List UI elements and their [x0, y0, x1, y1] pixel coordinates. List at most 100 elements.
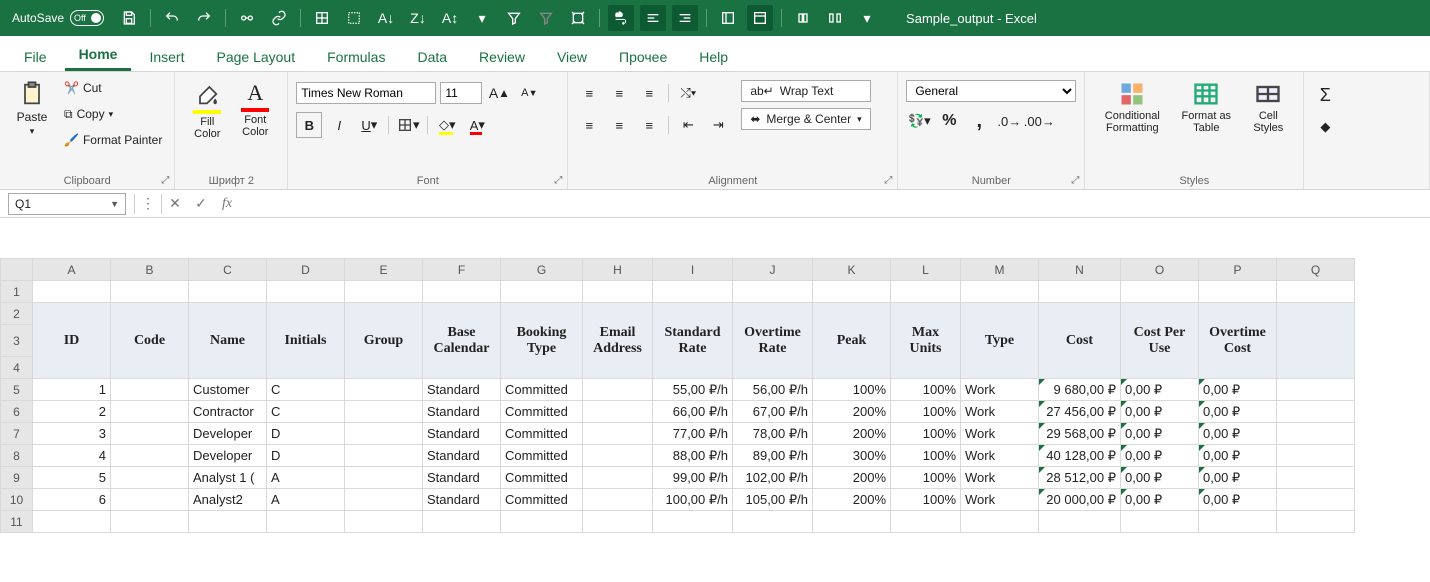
cell-M10[interactable]: Work	[961, 489, 1039, 511]
cell-N2[interactable]	[1039, 303, 1121, 325]
cell-M5[interactable]: Work	[961, 379, 1039, 401]
cell-J7[interactable]: 78,00 ₽/h	[733, 423, 813, 445]
cell-Q11[interactable]	[1277, 511, 1355, 533]
cell-A7[interactable]: 3	[33, 423, 111, 445]
cell-L8[interactable]: 100%	[891, 445, 961, 467]
cell-J10[interactable]: 105,00 ₽/h	[733, 489, 813, 511]
cell-G2[interactable]	[501, 303, 583, 325]
cell-D2[interactable]	[267, 303, 345, 325]
cell-B5[interactable]	[111, 379, 189, 401]
cell-O10[interactable]: 0,00 ₽	[1121, 489, 1199, 511]
tab-home[interactable]: Home	[65, 38, 132, 71]
cell-C1[interactable]	[189, 281, 267, 303]
cell-B10[interactable]	[111, 489, 189, 511]
cell-P7[interactable]: 0,00 ₽	[1199, 423, 1277, 445]
cell-D7[interactable]: D	[267, 423, 345, 445]
select-all-corner[interactable]	[1, 259, 33, 281]
align-right-button[interactable]: ≡	[636, 112, 662, 138]
cell-P1[interactable]	[1199, 281, 1277, 303]
row-header-1[interactable]: 1	[1, 281, 33, 303]
cell-Q2[interactable]	[1277, 303, 1355, 325]
cell-F6[interactable]: Standard	[423, 401, 501, 423]
decrease-indent-icon[interactable]: ⇤	[675, 112, 701, 138]
cell-J3[interactable]: Overtime Rate	[733, 325, 813, 357]
freeze-top-row-icon[interactable]	[747, 5, 773, 31]
cell-N7[interactable]: 29 568,00 ₽	[1039, 423, 1121, 445]
number-format-select[interactable]: General	[906, 80, 1076, 102]
increase-indent-icon[interactable]: ⇥	[705, 112, 731, 138]
column-header-M[interactable]: M	[961, 259, 1039, 281]
align-center-button[interactable]: ≡	[606, 112, 632, 138]
cell-L5[interactable]: 100%	[891, 379, 961, 401]
cell-G10[interactable]: Committed	[501, 489, 583, 511]
cell-P4[interactable]	[1199, 357, 1277, 379]
increase-font-icon[interactable]: A▲	[486, 80, 512, 106]
format-as-table-button[interactable]: Format as Table	[1171, 76, 1241, 138]
row-header-11[interactable]: 11	[1, 511, 33, 533]
cell-E11[interactable]	[345, 511, 423, 533]
column-header-Q[interactable]: Q	[1277, 259, 1355, 281]
cell-Q6[interactable]	[1277, 401, 1355, 423]
name-box-dropdown-icon[interactable]: ▼	[110, 199, 119, 209]
cell-A10[interactable]: 6	[33, 489, 111, 511]
fill-color-button[interactable]: Fill Color	[183, 76, 231, 144]
cell-O6[interactable]: 0,00 ₽	[1121, 401, 1199, 423]
cell-E7[interactable]	[345, 423, 423, 445]
cell-M7[interactable]: Work	[961, 423, 1039, 445]
clipboard-dialog-launcher-icon[interactable]: ⤢	[158, 173, 172, 187]
cell-J1[interactable]	[733, 281, 813, 303]
cell-D6[interactable]: C	[267, 401, 345, 423]
cell-I11[interactable]	[653, 511, 733, 533]
insert-function-icon[interactable]: ⋮	[135, 193, 161, 215]
column-header-E[interactable]: E	[345, 259, 423, 281]
cell-B1[interactable]	[111, 281, 189, 303]
cell-G7[interactable]: Committed	[501, 423, 583, 445]
cell-A3[interactable]: ID	[33, 325, 111, 357]
undo-icon[interactable]	[159, 5, 185, 31]
cell-N5[interactable]: 9 680,00 ₽	[1039, 379, 1121, 401]
cell-M9[interactable]: Work	[961, 467, 1039, 489]
cell-D9[interactable]: A	[267, 467, 345, 489]
cell-C10[interactable]: Analyst2	[189, 489, 267, 511]
cell-P9[interactable]: 0,00 ₽	[1199, 467, 1277, 489]
cell-I7[interactable]: 77,00 ₽/h	[653, 423, 733, 445]
sort-desc-icon[interactable]: Z↓	[405, 5, 431, 31]
cell-J9[interactable]: 102,00 ₽/h	[733, 467, 813, 489]
cell-L7[interactable]: 100%	[891, 423, 961, 445]
cell-Q7[interactable]	[1277, 423, 1355, 445]
cell-K6[interactable]: 200%	[813, 401, 891, 423]
cell-L3[interactable]: Max Units	[891, 325, 961, 357]
cell-F2[interactable]	[423, 303, 501, 325]
cell-P8[interactable]: 0,00 ₽	[1199, 445, 1277, 467]
cell-K9[interactable]: 200%	[813, 467, 891, 489]
align-left-button[interactable]: ≡	[576, 112, 602, 138]
cell-M11[interactable]	[961, 511, 1039, 533]
cell-O3[interactable]: Cost Per Use	[1121, 325, 1199, 357]
cell-I9[interactable]: 99,00 ₽/h	[653, 467, 733, 489]
cell-M1[interactable]	[961, 281, 1039, 303]
cell-O5[interactable]: 0,00 ₽	[1121, 379, 1199, 401]
font-size-select[interactable]	[440, 82, 482, 104]
row-header-9[interactable]: 9	[1, 467, 33, 489]
select-visible-icon[interactable]	[565, 5, 591, 31]
cell-P5[interactable]: 0,00 ₽	[1199, 379, 1277, 401]
cell-J5[interactable]: 56,00 ₽/h	[733, 379, 813, 401]
cell-H4[interactable]	[583, 357, 653, 379]
fx-button[interactable]: fx	[214, 193, 240, 215]
tab-review[interactable]: Review	[465, 41, 539, 71]
cell-P10[interactable]: 0,00 ₽	[1199, 489, 1277, 511]
cell-D4[interactable]	[267, 357, 345, 379]
font-color-small-button[interactable]: A▾	[464, 112, 490, 138]
spreadsheet-grid[interactable]: ABCDEFGHIJKLMNOPQ 123IDCodeNameInitialsG…	[0, 258, 1430, 533]
decrease-font-icon[interactable]: A▼	[516, 80, 542, 106]
cell-N4[interactable]	[1039, 357, 1121, 379]
comma-format-icon[interactable]: ,	[966, 108, 992, 134]
borders-button[interactable]: ▾	[395, 112, 421, 138]
merge-center-button[interactable]: ⬌ Merge & Center ▾	[741, 108, 870, 130]
cell-F1[interactable]	[423, 281, 501, 303]
name-box[interactable]: Q1 ▼	[8, 193, 126, 215]
cell-D1[interactable]	[267, 281, 345, 303]
cell-C3[interactable]: Name	[189, 325, 267, 357]
chevron-down-icon[interactable]: ▾	[469, 5, 495, 31]
cell-J4[interactable]	[733, 357, 813, 379]
